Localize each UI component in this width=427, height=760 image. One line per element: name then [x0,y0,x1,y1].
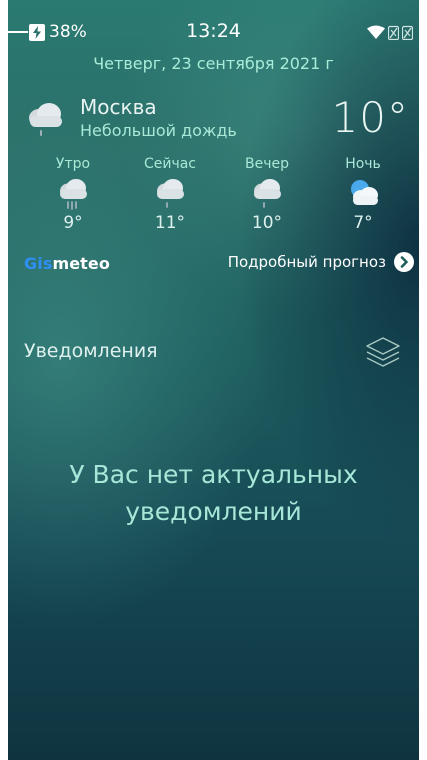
cloud-rain-icon [60,179,87,210]
logo-part-meteo: meteo [52,254,110,273]
empty-message-line1: У Вас нет актуальных [69,460,358,489]
layers-icon[interactable] [363,332,403,372]
current-weather[interactable]: Москва Небольшой дождь [24,96,237,140]
status-right [367,24,413,40]
city-name: Москва [80,95,157,119]
period-temp: 7° [353,213,373,233]
cloud-light-rain-icon [254,179,281,208]
period-night: Ночь 7° [328,156,398,233]
period-label: Вечер [245,156,289,172]
gismeteo-logo[interactable]: Gismeteo [24,254,110,273]
date-line: Четверг, 23 сентября 2021 г [93,54,334,73]
empty-notifications-message: У Вас нет актуальных уведомлений [0,456,427,530]
period-temp: 11° [154,213,186,233]
wifi-icon [367,25,385,39]
current-temperature: 10° [331,93,409,142]
detailed-forecast-link[interactable]: Подробный прогноз [228,252,414,272]
period-now: Сейчас 11° [135,156,205,233]
period-morning: Утро 9° [38,156,108,233]
partly-cloudy-night-icon [351,180,378,205]
city-texts: Москва Небольшой дождь [80,96,237,140]
period-evening: Вечер 10° [232,156,302,233]
period-temp: 10° [251,213,283,233]
chevron-right-icon [394,252,414,272]
empty-message-line2: уведомлений [125,497,302,526]
cloud-light-rain-icon [157,179,184,208]
logo-part-gis: Gis [24,254,53,273]
period-temp: 9° [63,213,83,233]
status-bar: 38% 13:24 [0,20,427,48]
period-label: Ночь [345,156,381,172]
sim1-no-signal-icon [388,25,399,40]
period-label: Сейчас [143,156,197,172]
detailed-forecast-label: Подробный прогноз [227,253,386,271]
clock: 13:24 [186,20,241,42]
provider-row: Gismeteo Подробный прогноз [24,252,414,278]
weather-condition: Небольшой дождь [80,121,237,140]
sim2-no-signal-icon [402,25,413,40]
cloud-light-rain-icon [29,103,62,136]
period-forecast: Утро 9° Сейчас 11° Вечер 10° Ночь 7° [30,156,410,246]
period-label: Утро [55,156,91,172]
notifications-title: Уведомления [24,340,158,362]
